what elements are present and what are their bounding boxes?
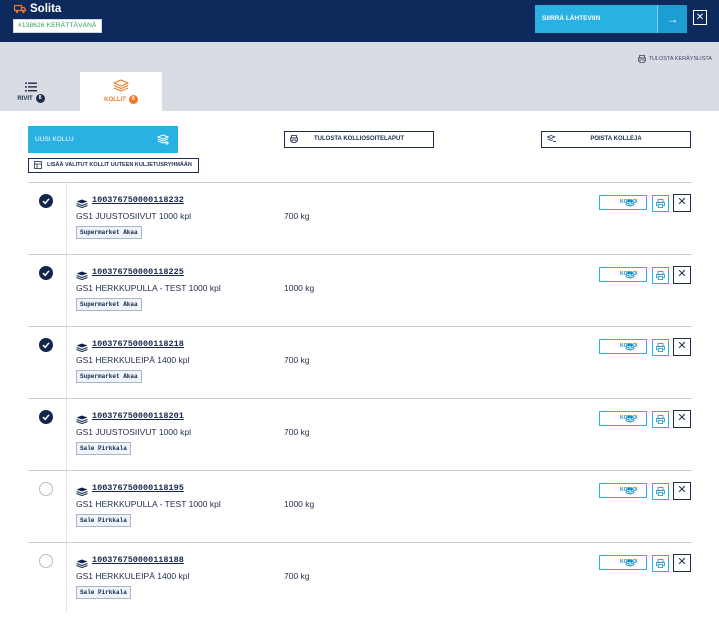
row-select-checkbox[interactable] [39, 338, 53, 352]
store-tag: Supermarket Akaa [76, 226, 142, 239]
package-description: GS1 HERKKULEIPÄ 1400 kpl [76, 355, 190, 365]
tab-kollit[interactable]: KOLLIT 6 [80, 72, 162, 111]
remove-package-button[interactable]: ✕ [673, 482, 691, 500]
close-icon: ✕ [677, 556, 687, 568]
copy-package-button[interactable]: KOPIOI [599, 267, 647, 282]
copy-package-button[interactable]: KOPIOI [599, 411, 647, 426]
remove-package-button[interactable]: ✕ [673, 266, 691, 284]
list-icon [25, 82, 37, 92]
send-to-outgoing-button[interactable]: SIIRRÄ LÄHTEVIIN → [535, 5, 687, 33]
package-row: 100376750000118225 GS1 HERKKUPULLA - TEST… [28, 254, 692, 326]
remove-package-button[interactable]: ✕ [673, 554, 691, 572]
print-label-button[interactable] [652, 195, 669, 212]
copy-label: KOPIOI [620, 199, 638, 205]
package-code-link[interactable]: 100376750000118195 [92, 483, 184, 493]
tab-rivit-label: RIVIT [17, 95, 33, 102]
row-select-checkbox[interactable] [39, 482, 53, 496]
remove-package-button[interactable]: ✕ [673, 410, 691, 428]
package-row: 100376750000118201 GS1 JUUSTOSIIVUT 1000 … [28, 398, 692, 470]
close-icon[interactable]: ✕ [693, 10, 707, 25]
copy-label: KOPIOI [620, 559, 638, 565]
order-status-chip: #138626 KERÄTTÄVÄNÄ [13, 19, 102, 33]
printer-icon [637, 55, 646, 63]
close-icon: ✕ [677, 340, 687, 352]
delete-packages-label: POISTA KOLLEJA [590, 136, 642, 142]
package-description: GS1 JUUSTOSIIVUT 1000 kpl [76, 427, 191, 437]
store-tag: Sale Pirkkala [76, 442, 131, 455]
remove-package-button[interactable]: ✕ [673, 194, 691, 212]
app-header: Solita #138626 KERÄTTÄVÄNÄ SIIRRÄ LÄHTEV… [0, 0, 719, 42]
copy-label: KOPIOI [620, 271, 638, 277]
tab-kollit-label: KOLLIT [104, 96, 126, 103]
store-tag: Sale Pirkkala [76, 514, 131, 527]
print-label-button[interactable] [652, 339, 669, 356]
store-tag: Sale Pirkkala [76, 586, 131, 599]
copy-label: KOPIOI [620, 415, 638, 421]
tab-rivit-count: 8 [35, 94, 45, 103]
package-weight: 1000 kg [284, 283, 315, 293]
package-row: 100376750000118195 GS1 HERKKUPULLA - TEST… [28, 470, 692, 542]
package-description: GS1 HERKKULEIPÄ 1400 kpl [76, 571, 190, 581]
new-package-label: UUSI KOLLU [35, 136, 74, 143]
row-select-checkbox[interactable] [39, 266, 53, 280]
row-select-checkbox[interactable] [39, 554, 53, 568]
copy-package-button[interactable]: KOPIOI [599, 483, 647, 498]
print-picking-list-label: TULOSTA KERÄYSLISTA [648, 56, 712, 62]
copy-package-button[interactable]: KOPIOI [599, 339, 647, 354]
brand-name: Solita [30, 3, 62, 15]
brand: Solita [14, 3, 61, 15]
send-label: SIIRRÄ LÄHTEVIIN [542, 15, 601, 22]
add-to-transport-group-label: LISÄÄ VALITUT KOLLIT UUTEEN KULJETUSRYHM… [47, 162, 192, 168]
print-package-labels-button[interactable]: TULOSTA KOLLIOSOITELAPUT [284, 131, 434, 148]
package-weight: 700 kg [284, 571, 310, 581]
package-weight: 700 kg [284, 427, 310, 437]
delete-packages-button[interactable]: POISTA KOLLEJA [541, 131, 691, 148]
package-code-link[interactable]: 100376750000118188 [92, 555, 184, 565]
row-select-checkbox[interactable] [39, 194, 53, 208]
close-icon: ✕ [677, 268, 687, 280]
tab-kollit-count: 6 [128, 95, 138, 104]
arrow-right-icon[interactable]: → [657, 5, 687, 33]
package-weight: 700 kg [284, 211, 310, 221]
copy-package-button[interactable]: KOPIOI [599, 195, 647, 210]
tab-rivit[interactable]: RIVIT 8 [0, 72, 82, 111]
package-row: 100376750000118232 GS1 JUUSTOSIIVUT 1000 … [28, 182, 692, 254]
add-to-transport-group-button[interactable]: LISÄÄ VALITUT KOLLIT UUTEEN KULJETUSRYHM… [28, 158, 199, 173]
package-row: 100376750000118188 GS1 HERKKULEIPÄ 1400 k… [28, 542, 692, 614]
copy-package-button[interactable]: KOPIOI [599, 555, 647, 570]
print-label-button[interactable] [652, 411, 669, 428]
package-icon [113, 79, 129, 92]
print-picking-list-button[interactable]: TULOSTA KERÄYSLISTA [637, 55, 712, 63]
package-row: 100376750000118218 GS1 HERKKULEIPÄ 1400 k… [28, 326, 692, 398]
package-group-icon [34, 161, 42, 169]
package-description: GS1 HERKKUPULLA - TEST 1000 kpl [76, 499, 221, 509]
print-label-button[interactable] [652, 555, 669, 572]
close-icon: ✕ [677, 412, 687, 424]
truck-icon [14, 4, 26, 14]
package-code-link[interactable]: 100376750000118232 [92, 195, 184, 205]
new-package-button[interactable]: UUSI KOLLU [28, 126, 178, 153]
package-weight: 700 kg [284, 355, 310, 365]
print-label-button[interactable] [652, 267, 669, 284]
copy-label: KOPIOI [620, 343, 638, 349]
store-tag: Supermarket Akaa [76, 298, 142, 311]
package-description: GS1 JUUSTOSIIVUT 1000 kpl [76, 211, 191, 221]
tab-bar: TULOSTA KERÄYSLISTA RIVIT 8 KOLLIT 6 [0, 42, 719, 111]
copy-label: KOPIOI [620, 487, 638, 493]
package-weight: 1000 kg [284, 499, 315, 509]
close-icon: ✕ [677, 196, 687, 208]
add-package-icon [157, 134, 170, 145]
package-code-link[interactable]: 100376750000118201 [92, 411, 184, 421]
close-icon: ✕ [677, 484, 687, 496]
print-label-button[interactable] [652, 483, 669, 500]
remove-package-button[interactable]: ✕ [673, 338, 691, 356]
package-code-link[interactable]: 100376750000118218 [92, 339, 184, 349]
package-code-link[interactable]: 100376750000118225 [92, 267, 184, 277]
print-package-labels-label: TULOSTA KOLLIOSOITELAPUT [314, 136, 404, 142]
store-tag: Supermarket Akaa [76, 370, 142, 383]
row-select-checkbox[interactable] [39, 410, 53, 424]
package-description: GS1 HERKKUPULLA - TEST 1000 kpl [76, 283, 221, 293]
